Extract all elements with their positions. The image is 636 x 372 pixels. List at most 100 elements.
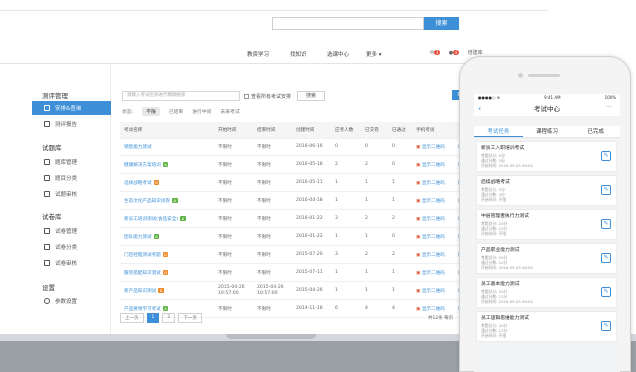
tab-course-practice[interactable]: 课程练习 [523,126,572,137]
message-badge: 4 [453,49,459,55]
message-icon[interactable]: ● 4 [449,49,459,56]
exam-name-link[interactable]: 新员工培训测试(食品安全) A [124,216,186,222]
show-all-checkbox[interactable]: 查看所有考试安排 [244,93,291,100]
nav-item-learn[interactable]: 教资学习 [247,50,269,58]
nav-item-knowledge[interactable]: 找知识 [290,50,307,58]
edit-icon[interactable]: ✎ [601,321,611,331]
cell-end: 不限时 [257,163,271,168]
exam-card[interactable]: 员工基本能力测试 考题总分: 20分 通过分数: 12分 开始时间: 2016-05-… [476,277,617,308]
cell-n1: 1 [335,270,338,275]
page-2-button[interactable]: 2 [162,313,176,323]
page-1-button[interactable]: 1 [146,313,160,323]
edit-icon[interactable]: ✎ [601,151,611,161]
nav-more-label: 更多 [366,52,378,58]
edit-icon[interactable]: ✎ [601,287,611,297]
more-icon[interactable]: ··· [606,102,612,114]
show-qrcode-link[interactable]: 显示二维码 [416,144,445,150]
filter-search-button[interactable]: 搜索 [297,91,325,101]
cell-created: 2014-11-18 [296,306,323,311]
sidebar-group-settings: 设置 [42,284,55,292]
cell-created: 2016-05-11 [296,180,323,185]
edit-icon[interactable]: ✎ [601,185,611,195]
clock: 9:41 AM [544,95,561,100]
show-qrcode-link[interactable]: 显示二维码 [416,306,445,312]
exam-name-link[interactable]: 健康解决方案培训 A [124,162,169,168]
sidebar-item-paper-review[interactable]: 试卷审核 [32,256,111,270]
exam-card-meta: 开始时间: 2016-05-05 08:00 [481,265,533,270]
nav-item-more[interactable]: 更多 ▾ [366,50,382,58]
exam-name-link[interactable]: 新产品知识测试 B [124,288,164,294]
cell-end: 不限时 [257,271,271,276]
tab-completed[interactable]: 已完成 [571,126,620,137]
sidebar-item-category[interactable]: 题目分类 [32,171,111,185]
sidebar-item-params[interactable]: 参数设置 [32,294,111,308]
sidebar-item-arrange[interactable]: 安排&查询 [32,101,111,115]
exam-card[interactable]: 员工逻辑思维能力测试 考题总分: 20分 通过分数: 12分 开始时间: 不限 ✎ [476,311,617,342]
cell-n3: 1 [392,180,395,185]
cell-n1: 3 [335,252,338,257]
sidebar-item-bank[interactable]: 题库管理 [32,155,111,169]
status-option-all[interactable]: 不限 [142,107,160,116]
cell-n2: 4 [365,306,368,311]
exam-name-link[interactable]: 销售能力测试 [124,144,152,150]
sidebar-item-review[interactable]: 试题审核 [32,187,111,201]
exam-search-input[interactable]: 请输入考试名称进行模糊搜索 [122,91,240,101]
table-row: 服装搭配知识测试B不限时不限时2015-07-11111显示二维码编辑 [120,265,480,282]
sidebar-item-report[interactable]: 测评报告 [32,117,111,131]
exam-card[interactable]: 产品职业能力测试 考题总分: 20分 通过分数: 12分 开始时间: 2016-05-… [476,243,617,274]
user-menu[interactable]: 培建库 [468,49,483,56]
exam-tag: B [162,270,169,275]
search-input[interactable] [272,17,424,30]
show-qrcode-link[interactable]: 显示二维码 [416,198,445,204]
exam-card-title: 后续战略考试 [481,180,510,185]
show-qrcode-link[interactable]: 显示二维码 [416,252,445,258]
exam-name-link[interactable]: 选择战略考试 B [124,180,160,186]
edit-icon[interactable]: ✎ [601,253,611,263]
show-qrcode-link[interactable]: 显示二维码 [416,288,445,294]
tab-exam-tasks[interactable]: 考试任务 [474,126,523,137]
cell-end: 不限时 [257,253,271,258]
cell-start: 不限时 [218,307,232,312]
header-user-area: ✉ 3 ● 4 培建库 [430,49,500,56]
exam-card[interactable]: 后续战略考试 考题总分: 5分 通过分数: 3分 开始时间: 不限 ✎ [476,175,617,206]
exam-tag: A [153,234,160,239]
sidebar-item-label: 试题审核 [55,192,78,198]
cell-n2: 1 [365,270,368,275]
status-option-future[interactable]: 未来考试 [220,108,239,115]
exam-tag: A [180,216,186,221]
show-qrcode-link[interactable]: 显示二维码 [416,216,445,222]
cell-n2: 2 [365,162,368,167]
status-option-ongoing[interactable]: 进行中间 [192,108,211,115]
signal-icon: ●●●●○ ≋ [478,95,501,100]
edit-icon[interactable]: ✎ [601,219,611,229]
battery-icon: 100% [604,95,616,100]
column-header: 考试名称 [124,128,143,133]
show-qrcode-link[interactable]: 显示二维码 [416,162,445,168]
notification-icon[interactable]: ✉ 3 [430,49,440,56]
chevron-down-icon: ▾ [378,52,382,58]
cell-n1: 2 [335,162,338,167]
nav-item-courses[interactable]: 选课中心 [327,50,349,58]
exam-card-title: 新员工入职培训考试 [481,146,525,151]
show-qrcode-link[interactable]: 显示二维码 [416,270,445,276]
show-qrcode-link[interactable]: 显示二维码 [416,180,445,186]
prev-page-button[interactable]: 上一页 [120,313,144,323]
exam-card[interactable]: 新员工入职培训考试 考题总分: 5分 通过分数: 3分 开始时间: 2016-05-0… [476,141,617,172]
back-icon[interactable]: ‹ [478,102,481,116]
exam-card[interactable]: 中层管理者执行力测试 考题总分: 20分 通过分数: 12分 开始时间: 不限 ✎ [476,209,617,240]
status-option-ended[interactable]: 已结束 [169,108,183,115]
sidebar-item-paper-manage[interactable]: 试卷管理 [32,224,111,238]
table-row: 门店经理测试考题B不限时不限时2015-07-20322显示二维码编辑 [120,247,480,264]
sidebar-item-paper-category[interactable]: 试卷分类 [32,240,111,254]
show-qrcode-link[interactable]: 显示二维码 [416,234,445,240]
exam-name-link[interactable]: 生态文化产品知识试卷 A [124,198,178,204]
next-page-button[interactable]: 下一页 [178,313,202,323]
search-button[interactable]: 搜索 [424,17,459,30]
cell-end: 不限时 [257,181,271,186]
checkbox-box[interactable] [244,94,249,99]
phone-tabs: 考试任务 课程练习 已完成 [474,126,620,138]
exam-name-link[interactable]: 团队能力测试 A [124,234,160,240]
exam-name-link[interactable]: 产品要领学习考试 A [124,306,169,312]
exam-name-link[interactable]: 门店经理测试考题 B [124,252,169,258]
exam-name-link[interactable]: 服装搭配知识测试 B [124,270,169,276]
